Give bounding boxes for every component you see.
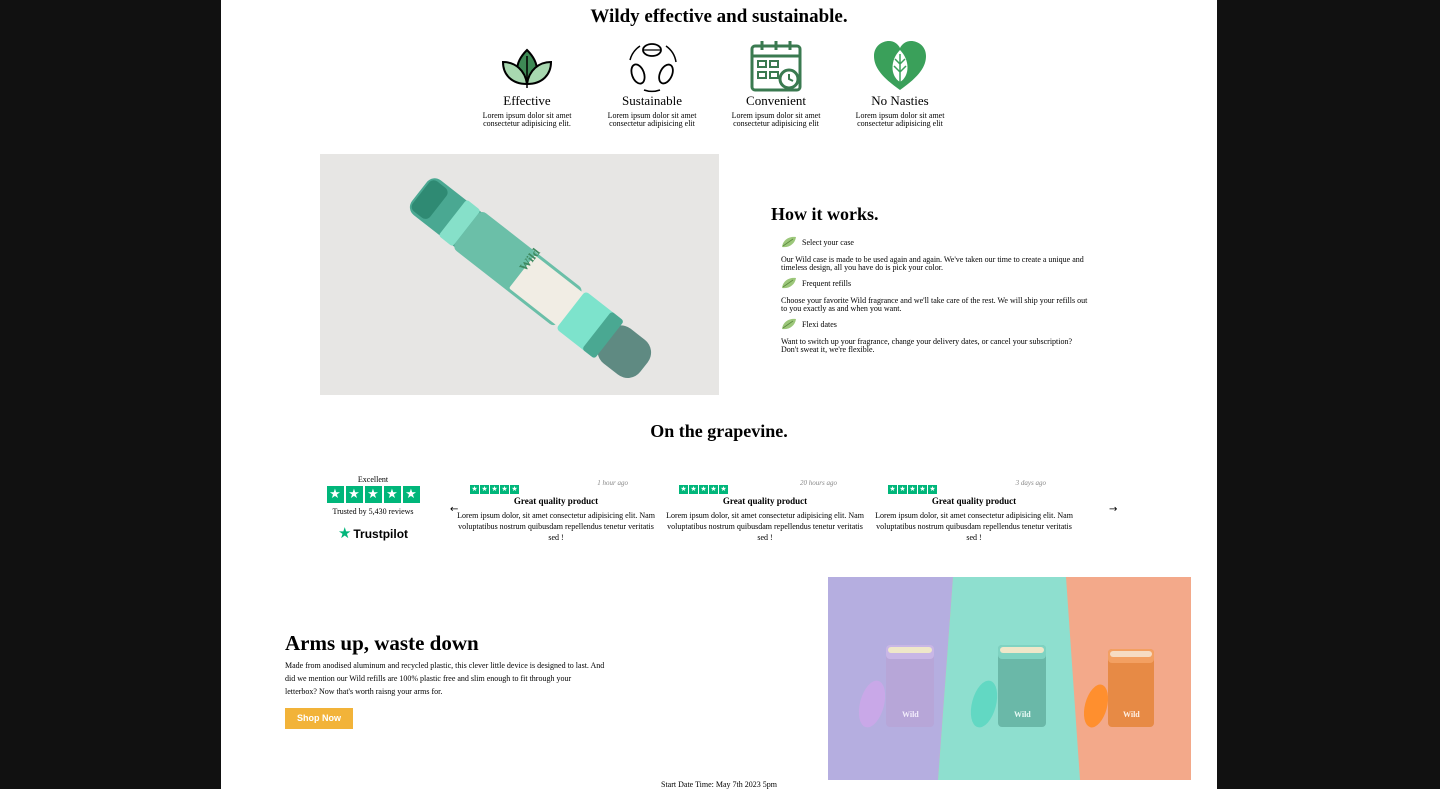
review-stars: ★ ★ ★ ★ ★ <box>888 485 937 494</box>
star-icon: ★ <box>480 485 489 494</box>
page: Wildy effective and sustainable. Effecti… <box>221 0 1217 789</box>
feature-desc: Lorem ipsum dolor sit amet consectetur a… <box>855 111 945 128</box>
star-icon: ★ <box>470 485 479 494</box>
trustpilot-rating: Excellent <box>357 475 389 484</box>
how-step: Flexi dates Want to switch up your fragr… <box>781 316 1091 354</box>
trustpilot-star-icon: ★ <box>337 524 352 542</box>
arms-text: Made from anodised aluminum and recycled… <box>285 661 605 696</box>
feature-name: Sustainable <box>622 93 682 108</box>
star-icon: ★ <box>908 485 917 494</box>
how-title: How it works. <box>771 204 879 224</box>
start-date-time: Start Date Time: May 7th 2023 5pm <box>661 780 777 789</box>
product-brand-label: Wild <box>1014 710 1031 719</box>
star-icon: ★ <box>490 485 499 494</box>
review-body: Lorem ipsum dolor, sit amet consectetur … <box>666 511 864 542</box>
feature-name: No Nasties <box>871 93 929 108</box>
reviews-title: On the grapevine. <box>650 421 788 441</box>
review-card: ★ ★ ★ ★ ★ 20 hours ago Great quality product… <box>665 478 865 543</box>
review-card: ★ ★ ★ ★ ★ 1 hour ago Great quality product L… <box>456 478 656 543</box>
star-icon: ★ <box>888 485 897 494</box>
deodorant-case-illustration: Wild <box>409 178 652 378</box>
review-time: 1 hour ago <box>597 479 628 487</box>
star-icon: ★ <box>898 485 907 494</box>
feature-desc: Lorem ipsum dolor sit amet consectetur a… <box>731 111 821 128</box>
review-body: Lorem ipsum dolor, sit amet consectetur … <box>457 511 655 542</box>
star-icon: ★ <box>709 485 718 494</box>
trustpilot-logo-text: Trustpilot <box>353 526 409 541</box>
star-icon: ★ <box>679 485 688 494</box>
step-label: Select your case <box>802 237 854 247</box>
step-text: Our Wild case is made to be used again a… <box>781 255 1084 272</box>
step-label: Flexi dates <box>802 319 837 329</box>
calendar-icon <box>750 41 802 92</box>
trustpilot-count: Trusted by 5,430 reviews <box>332 507 414 516</box>
step-text: Want to switch up your fragrance, change… <box>781 337 1073 354</box>
how-step: Frequent refills Choose your favorite Wi… <box>781 275 1091 313</box>
feature-desc: Lorem ipsum dolor sit amet consectetur a… <box>607 111 697 128</box>
star-icon: ★ <box>689 485 698 494</box>
arms-title: Arms up, waste down <box>285 631 479 655</box>
star-icon: ★ <box>928 485 937 494</box>
review-card: ★ ★ ★ ★ ★ 3 days ago Great quality product L… <box>874 478 1074 543</box>
star-icon: ★ <box>402 486 420 503</box>
leaf-icon <box>782 277 796 289</box>
features-title: Wildy effective and sustainable. <box>590 6 848 27</box>
product-brand-label: Wild <box>902 710 919 719</box>
star-icon: ★ <box>364 486 382 503</box>
heart-leaf-icon <box>874 41 926 90</box>
trustpilot-summary[interactable]: Excellent ★ ★ ★ ★ ★ Trusted by 5,430 rev… <box>321 475 425 541</box>
feature-convenient: Convenient Lorem ipsum dolor sit amet co… <box>720 38 832 128</box>
star-icon: ★ <box>918 485 927 494</box>
recycle-leaves-icon <box>629 43 677 93</box>
shop-now-button[interactable]: Shop Now <box>285 708 353 729</box>
how-step: Select your case Our Wild case is made t… <box>781 234 1091 272</box>
star-icon: ★ <box>345 486 363 503</box>
star-icon: ★ <box>719 485 728 494</box>
feature-sustainable: Sustainable Lorem ipsum dolor sit amet c… <box>596 38 708 128</box>
star-icon: ★ <box>326 486 344 503</box>
product-brand-label: Wild <box>1123 710 1140 719</box>
leaf-icon <box>782 318 796 330</box>
star-icon: ★ <box>699 485 708 494</box>
feature-desc: Lorem ipsum dolor sit amet consectetur a… <box>482 111 572 128</box>
feature-effective: Effective Lorem ipsum dolor sit amet con… <box>471 38 583 128</box>
feature-no-nasties: No Nasties Lorem ipsum dolor sit amet co… <box>844 38 956 128</box>
product-case-image: Wild <box>320 154 719 395</box>
feature-name: Convenient <box>746 93 806 108</box>
leaf-icon <box>782 236 796 248</box>
feature-name: Effective <box>503 93 551 108</box>
carousel-next-button[interactable]: → <box>1109 504 1117 515</box>
leaves-icon <box>501 48 553 88</box>
review-time: 20 hours ago <box>800 479 837 487</box>
how-steps: Select your case Our Wild case is made t… <box>781 234 1091 357</box>
star-icon: ★ <box>500 485 509 494</box>
review-body: Lorem ipsum dolor, sit amet consectetur … <box>875 511 1073 542</box>
deodorant-lineup-illustration: Wild Wild Wild <box>828 577 1191 780</box>
trustpilot-logo[interactable]: ★ Trustpilot <box>321 526 425 541</box>
review-time: 3 days ago <box>1015 479 1046 487</box>
review-stars: ★ ★ ★ ★ ★ <box>679 485 728 494</box>
product-lineup-image: Wild Wild Wild <box>828 577 1191 780</box>
step-label: Frequent refills <box>802 278 852 288</box>
review-title: Great quality product <box>513 496 599 506</box>
trustpilot-stars: ★ ★ ★ ★ ★ <box>321 486 425 503</box>
review-stars: ★ ★ ★ ★ ★ <box>470 485 519 494</box>
review-title: Great quality product <box>931 496 1017 506</box>
step-text: Choose your favorite Wild fragrance and … <box>781 296 1088 313</box>
star-icon: ★ <box>383 486 401 503</box>
star-icon: ★ <box>510 485 519 494</box>
review-title: Great quality product <box>722 496 808 506</box>
